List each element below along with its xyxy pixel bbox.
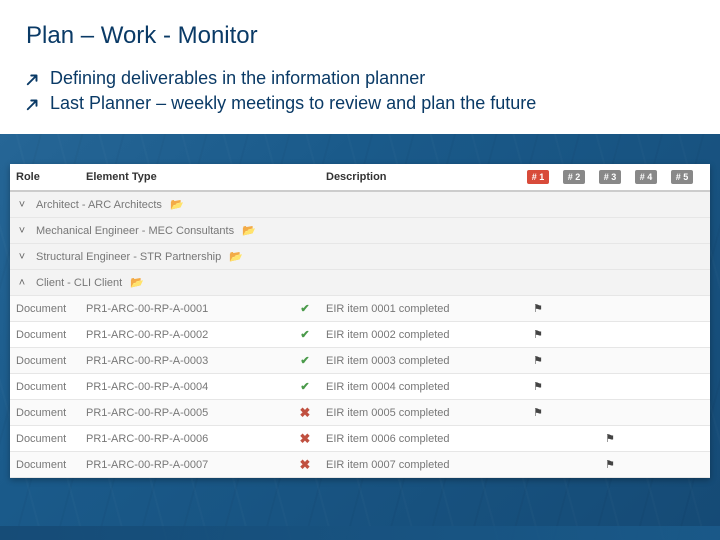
cell-role: Document xyxy=(10,456,80,474)
folder-open-icon: 📂 xyxy=(130,276,144,289)
bullet-item: Defining deliverables in the information… xyxy=(26,66,694,91)
table-row[interactable]: DocumentPR1-ARC-00-RP-A-0003✔EIR item 00… xyxy=(10,348,710,374)
table-row[interactable]: DocumentPR1-ARC-00-RP-A-0006✖EIR item 00… xyxy=(10,426,710,452)
footer-strip xyxy=(0,526,720,540)
flag-icon: ⚑ xyxy=(605,432,615,445)
group-label: Structural Engineer - STR Partnership📂 xyxy=(36,250,710,263)
table-header-row: Role Element Type Description # 1 # 2 # … xyxy=(10,164,710,192)
group-label: Client - CLI Client📂 xyxy=(36,276,710,289)
cell-description: EIR item 0003 completed xyxy=(320,352,520,370)
arrow-up-right-icon xyxy=(26,97,40,111)
check-icon: ✔ xyxy=(290,302,320,315)
table-row[interactable]: DocumentPR1-ARC-00-RP-A-0004✔EIR item 00… xyxy=(10,374,710,400)
col-role[interactable]: Role xyxy=(10,167,80,187)
group-row[interactable]: ˅ Structural Engineer - STR Partnership📂 xyxy=(10,244,710,270)
flag-icon: ⚑ xyxy=(533,406,543,419)
col-num-5[interactable]: # 5 xyxy=(664,166,700,188)
flag-cell-1[interactable]: ⚑ xyxy=(520,380,556,393)
check-icon: ✔ xyxy=(290,380,320,393)
column-badge: # 1 xyxy=(527,170,550,184)
cell-description: EIR item 0005 completed xyxy=(320,404,520,422)
flag-icon: ⚑ xyxy=(605,458,615,471)
bullet-text: Defining deliverables in the information… xyxy=(50,68,425,89)
folder-open-icon: 📂 xyxy=(229,250,243,263)
cell-description: EIR item 0004 completed xyxy=(320,378,520,396)
flag-cell-1[interactable]: ⚑ xyxy=(520,328,556,341)
group-row[interactable]: ˅ Architect - ARC Architects📂 xyxy=(10,192,710,218)
folder-open-icon: 📂 xyxy=(170,198,184,211)
arrow-up-right-icon xyxy=(26,72,40,86)
column-badge: # 4 xyxy=(635,170,658,184)
chevron-down-icon[interactable]: ˅ xyxy=(14,199,30,211)
cell-element: PR1-ARC-00-RP-A-0003 xyxy=(80,352,290,370)
cell-role: Document xyxy=(10,326,80,344)
cell-element: PR1-ARC-00-RP-A-0005 xyxy=(80,404,290,422)
page-title: Plan – Work - Monitor xyxy=(0,0,720,60)
group-label: Architect - ARC Architects📂 xyxy=(36,198,710,211)
col-num-3[interactable]: # 3 xyxy=(592,166,628,188)
cell-description: EIR item 0001 completed xyxy=(320,300,520,318)
column-badge: # 3 xyxy=(599,170,622,184)
planner-table: Role Element Type Description # 1 # 2 # … xyxy=(10,164,710,478)
cross-icon: ✖ xyxy=(290,457,320,473)
cell-element: PR1-ARC-00-RP-A-0007 xyxy=(80,456,290,474)
check-icon: ✔ xyxy=(290,354,320,367)
chevron-up-icon[interactable]: ˄ xyxy=(14,277,30,289)
folder-open-icon: 📂 xyxy=(242,224,256,237)
cell-role: Document xyxy=(10,378,80,396)
cell-role: Document xyxy=(10,352,80,370)
column-badge: # 5 xyxy=(671,170,694,184)
flag-icon: ⚑ xyxy=(533,380,543,393)
col-element-type[interactable]: Element Type xyxy=(80,167,290,187)
chevron-down-icon[interactable]: ˅ xyxy=(14,225,30,237)
cell-description: EIR item 0006 completed xyxy=(320,430,520,448)
flag-cell-3[interactable]: ⚑ xyxy=(592,458,628,471)
cell-description: EIR item 0007 completed xyxy=(320,456,520,474)
bullet-item: Last Planner – weekly meetings to review… xyxy=(26,91,694,116)
table-row[interactable]: DocumentPR1-ARC-00-RP-A-0002✔EIR item 00… xyxy=(10,322,710,348)
cross-icon: ✖ xyxy=(290,431,320,447)
cell-role: Document xyxy=(10,430,80,448)
cell-role: Document xyxy=(10,404,80,422)
chevron-down-icon[interactable]: ˅ xyxy=(14,251,30,263)
cross-icon: ✖ xyxy=(290,405,320,421)
table-row[interactable]: DocumentPR1-ARC-00-RP-A-0001✔EIR item 00… xyxy=(10,296,710,322)
group-row[interactable]: ˅ Mechanical Engineer - MEC Consultants📂 xyxy=(10,218,710,244)
flag-icon: ⚑ xyxy=(533,328,543,341)
flag-cell-3[interactable]: ⚑ xyxy=(592,432,628,445)
col-num-4[interactable]: # 4 xyxy=(628,166,664,188)
cell-element: PR1-ARC-00-RP-A-0001 xyxy=(80,300,290,318)
col-status-blank xyxy=(290,173,320,181)
bullet-text: Last Planner – weekly meetings to review… xyxy=(50,93,536,114)
bullet-list: Defining deliverables in the information… xyxy=(0,60,720,134)
cell-description: EIR item 0002 completed xyxy=(320,326,520,344)
flag-icon: ⚑ xyxy=(533,354,543,367)
group-label: Mechanical Engineer - MEC Consultants📂 xyxy=(36,224,710,237)
col-num-1[interactable]: # 1 xyxy=(520,166,556,188)
table-row[interactable]: DocumentPR1-ARC-00-RP-A-0007✖EIR item 00… xyxy=(10,452,710,478)
cell-element: PR1-ARC-00-RP-A-0004 xyxy=(80,378,290,396)
group-row[interactable]: ˄ Client - CLI Client📂 xyxy=(10,270,710,296)
cell-role: Document xyxy=(10,300,80,318)
flag-icon: ⚑ xyxy=(533,302,543,315)
flag-cell-1[interactable]: ⚑ xyxy=(520,406,556,419)
table-row[interactable]: DocumentPR1-ARC-00-RP-A-0005✖EIR item 00… xyxy=(10,400,710,426)
col-description[interactable]: Description xyxy=(320,167,520,187)
check-icon: ✔ xyxy=(290,328,320,341)
col-num-2[interactable]: # 2 xyxy=(556,166,592,188)
flag-cell-1[interactable]: ⚑ xyxy=(520,302,556,315)
cell-element: PR1-ARC-00-RP-A-0006 xyxy=(80,430,290,448)
column-badge: # 2 xyxy=(563,170,586,184)
cell-element: PR1-ARC-00-RP-A-0002 xyxy=(80,326,290,344)
flag-cell-1[interactable]: ⚑ xyxy=(520,354,556,367)
